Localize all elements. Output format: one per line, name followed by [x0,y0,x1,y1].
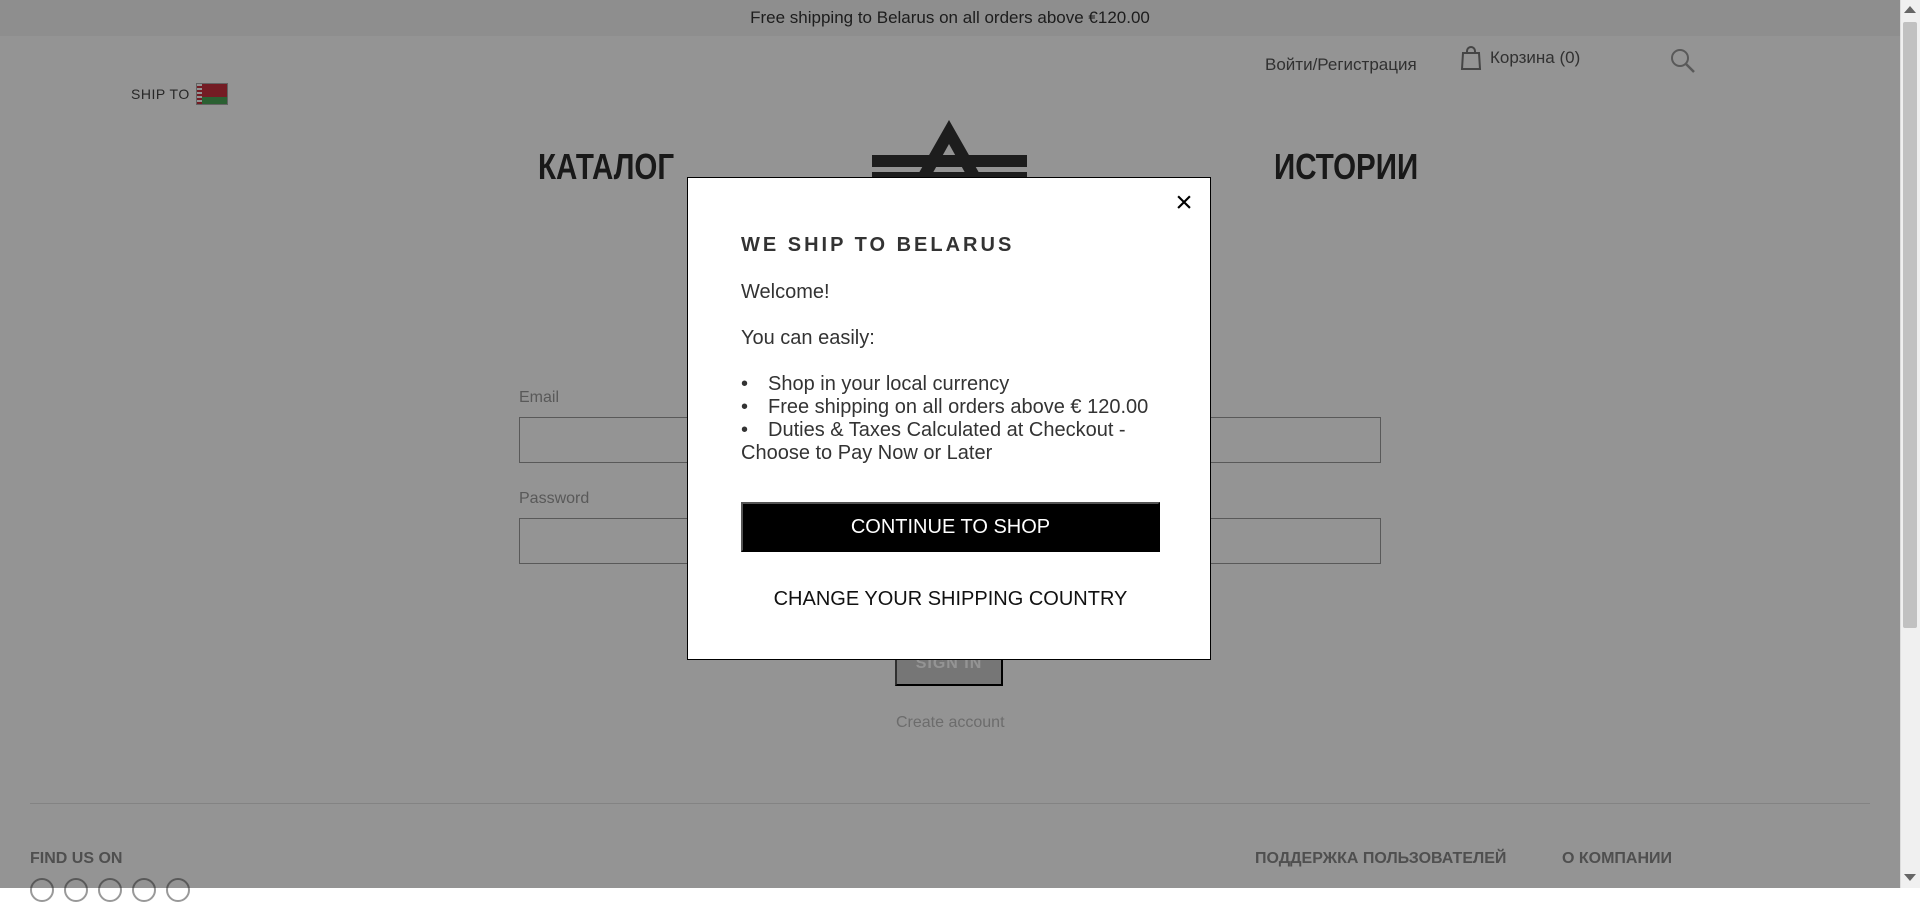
benefit-text: Duties & Taxes Calculated at Checkout - … [741,419,1126,464]
scroll-up-icon[interactable] [1904,6,1916,13]
shipping-modal: × WE SHIP TO BELARUS Welcome! You can ea… [687,177,1211,660]
benefit-text: Free shipping on all orders above € 120.… [768,396,1149,418]
benefit-item: • Free shipping on all orders above € 120… [741,396,1149,418]
benefits-list: • Shop in your local currency • Free shipp… [741,373,1171,465]
benefit-text: Shop in your local currency [768,373,1010,395]
modal-intro: You can easily: [741,327,875,349]
modal-title: WE SHIP TO BELARUS [741,234,1015,256]
benefit-item: • Shop in your local currency [741,373,1010,395]
benefit-item: • Duties & Taxes Calculated at Checkout -… [741,419,1126,464]
scrollbar-thumb[interactable] [1903,22,1917,628]
modal-welcome: Welcome! [741,281,830,303]
close-icon[interactable]: × [1171,188,1197,218]
change-shipping-country-link[interactable]: CHANGE YOUR SHIPPING COUNTRY [741,584,1160,614]
continue-to-shop-button[interactable]: CONTINUE TO SHOP [741,502,1160,552]
scroll-down-icon[interactable] [1904,874,1916,881]
